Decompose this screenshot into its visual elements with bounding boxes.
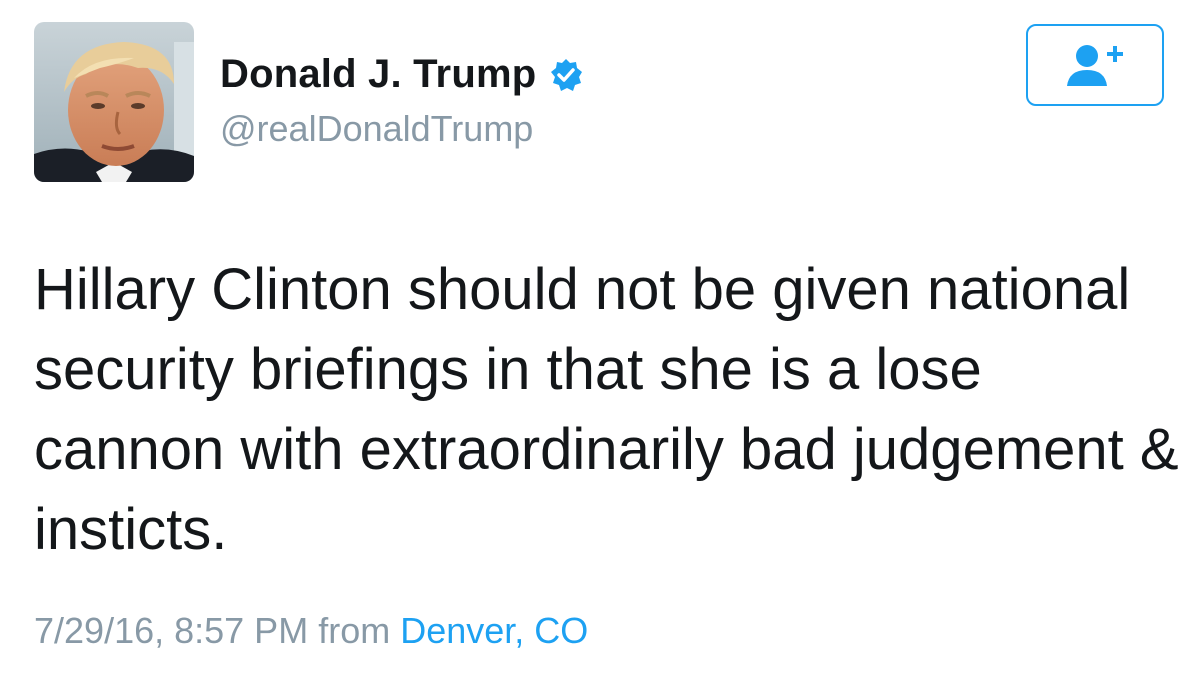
add-user-icon [1067,45,1123,86]
tweet-location-link[interactable]: Denver, CO [400,610,588,651]
verified-badge-icon [548,57,584,93]
author-name-row: Donald J. Trump [220,52,584,97]
tweet-timestamp[interactable]: 7/29/16, 8:57 PM [34,610,308,651]
from-label: from [318,610,391,651]
tweet-text: Hillary Clinton should not be given nati… [34,257,1179,562]
follow-button[interactable] [1026,24,1164,106]
tweet-meta: 7/29/16, 8:57 PM from Denver, CO [34,610,588,652]
avatar[interactable] [34,22,194,182]
author-handle[interactable]: @realDonaldTrump [220,108,533,150]
profile-photo [34,22,194,182]
author-display-name[interactable]: Donald J. Trump [220,52,536,97]
